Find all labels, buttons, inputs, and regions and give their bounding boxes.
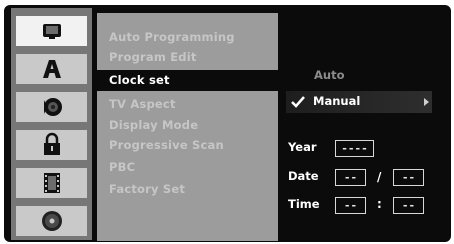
category-lock[interactable] [16, 130, 87, 160]
category-disc-settings[interactable] [16, 168, 87, 198]
category-icon-column [11, 8, 92, 240]
date-day-field[interactable]: -- [393, 169, 424, 186]
tv-icon [43, 24, 61, 39]
option-manual-label: Manual [313, 94, 361, 108]
menu-item-auto-programming[interactable]: Auto Programming [97, 27, 278, 48]
menu-item-tv-aspect[interactable]: TV Aspect [97, 94, 278, 115]
film-icon [44, 173, 60, 193]
menu-item-program-edit[interactable]: Program Edit [97, 47, 278, 68]
option-auto[interactable]: Auto [314, 68, 345, 82]
checkmark-icon [291, 96, 305, 108]
category-tv[interactable] [16, 16, 87, 46]
year-field[interactable]: ---- [335, 140, 374, 157]
menu-item-display-mode[interactable]: Display Mode [97, 115, 278, 136]
settings-menu: Auto Programming Program Edit Clock set … [97, 13, 278, 241]
menu-item-factory-set[interactable]: Factory Set [97, 179, 278, 200]
time-hour-field[interactable]: -- [335, 197, 366, 214]
year-label: Year [288, 140, 317, 154]
menu-item-clock-set[interactable]: Clock set [97, 70, 278, 91]
setup-menu-screen: Auto Programming Program Edit Clock set … [4, 5, 451, 242]
menu-item-progressive-scan[interactable]: Progressive Scan [97, 135, 278, 156]
speaker-icon [44, 98, 62, 116]
date-month-field[interactable]: -- [335, 169, 366, 186]
option-manual[interactable]: Manual [286, 91, 432, 113]
menu-item-pbc[interactable]: PBC [97, 157, 278, 178]
category-audio[interactable] [16, 92, 87, 122]
date-separator: / [377, 170, 382, 184]
time-label: Time [288, 197, 320, 211]
time-separator: : [377, 197, 382, 211]
disc-icon [42, 211, 62, 231]
category-disc[interactable] [16, 206, 87, 236]
date-label: Date [288, 169, 319, 183]
time-minute-field[interactable]: -- [393, 197, 424, 214]
lock-icon [44, 132, 60, 155]
arrow-right-icon [424, 98, 429, 106]
language-a-icon [43, 60, 61, 78]
category-language[interactable] [16, 54, 87, 84]
